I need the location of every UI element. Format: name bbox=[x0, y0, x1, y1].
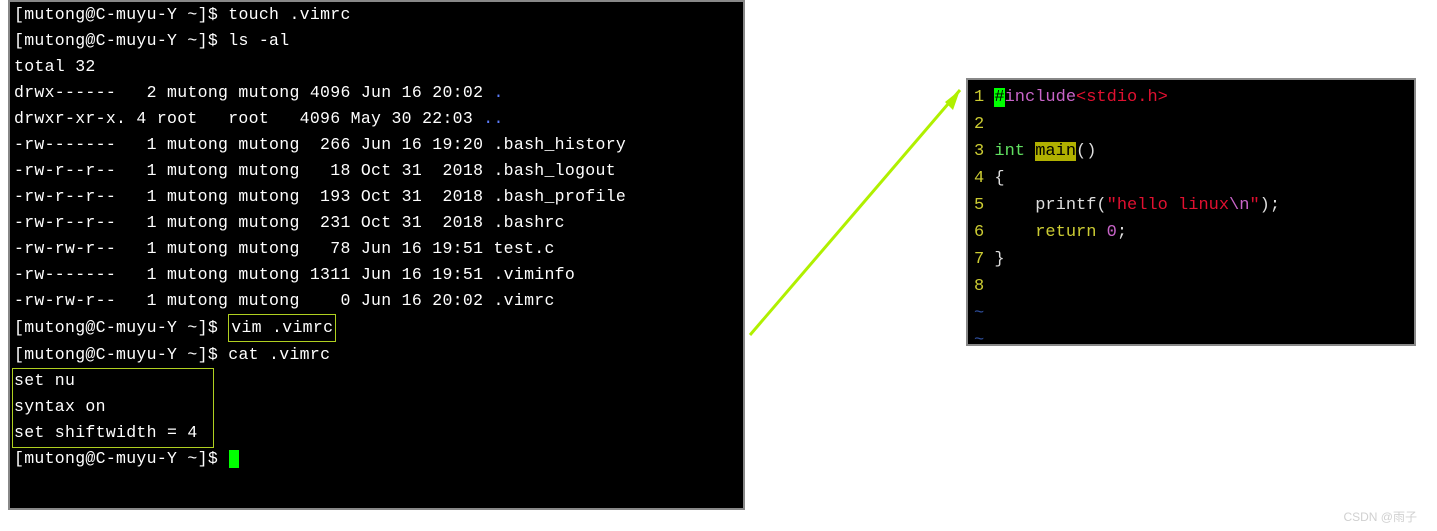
prompt: [mutong@C-muyu-Y ~]$ bbox=[14, 5, 218, 24]
command-text: ls -al bbox=[218, 31, 289, 50]
vim-editor[interactable]: 1 #include<stdio.h>2 3 int main()4 {5 pr… bbox=[966, 78, 1416, 346]
highlighted-cmd-vim: vim .vimrc bbox=[228, 314, 336, 342]
vim-line: 7 } bbox=[974, 246, 1408, 273]
vim-code-area: 1 #include<stdio.h>2 3 int main()4 {5 pr… bbox=[974, 84, 1408, 300]
vim-line: 4 { bbox=[974, 165, 1408, 192]
vim-tilde-line: ~ bbox=[974, 300, 1408, 327]
vimrc-line: set nu bbox=[14, 368, 739, 394]
vim-tilde-area: ~~ bbox=[974, 300, 1408, 346]
annotation-arrow bbox=[740, 70, 975, 350]
vim-line: 8 bbox=[974, 273, 1408, 300]
terminal-left[interactable]: [mutong@C-muyu-Y ~]$ touch .vimrc [muton… bbox=[8, 0, 745, 510]
final-prompt-line: [mutong@C-muyu-Y ~]$ bbox=[14, 446, 739, 472]
vimrc-line: set shiftwidth = 4 bbox=[14, 420, 739, 446]
file-row: -rw-rw-r-- 1 mutong mutong 78 Jun 16 19:… bbox=[14, 236, 739, 262]
vim-line: 3 int main() bbox=[974, 138, 1408, 165]
file-row: -rw-rw-r-- 1 mutong mutong 0 Jun 16 20:0… bbox=[14, 288, 739, 314]
file-row: -rw------- 1 mutong mutong 1311 Jun 16 1… bbox=[14, 262, 739, 288]
watermark-text: CSDN @雨子 bbox=[1343, 508, 1417, 525]
file-listing: drwx------ 2 mutong mutong 4096 Jun 16 2… bbox=[14, 80, 739, 314]
file-row: -rw------- 1 mutong mutong 266 Jun 16 19… bbox=[14, 132, 739, 158]
command-text: cat .vimrc bbox=[218, 345, 330, 364]
vim-line: 2 bbox=[974, 111, 1408, 138]
cmd-line-vim: [mutong@C-muyu-Y ~]$ vim .vimrc bbox=[14, 314, 739, 342]
vim-tilde-line: ~ bbox=[974, 327, 1408, 346]
vimrc-output-block: set nu syntax on set shiftwidth = 4 bbox=[14, 368, 739, 446]
prompt: [mutong@C-muyu-Y ~]$ bbox=[14, 449, 228, 468]
prompt: [mutong@C-muyu-Y ~]$ bbox=[14, 318, 218, 337]
prompt: [mutong@C-muyu-Y ~]$ bbox=[14, 345, 218, 364]
vimrc-line: syntax on bbox=[14, 394, 739, 420]
cmd-line-cat: [mutong@C-muyu-Y ~]$ cat .vimrc bbox=[14, 342, 739, 368]
prompt: [mutong@C-muyu-Y ~]$ bbox=[14, 31, 218, 50]
cursor-icon bbox=[229, 450, 239, 468]
file-row: -rw-r--r-- 1 mutong mutong 193 Oct 31 20… bbox=[14, 184, 739, 210]
cmd-line-touch: [mutong@C-muyu-Y ~]$ touch .vimrc bbox=[14, 2, 739, 28]
vim-line: 1 #include<stdio.h> bbox=[974, 84, 1408, 111]
total-line: total 32 bbox=[14, 54, 739, 80]
vim-line: 5 printf("hello linux\n"); bbox=[974, 192, 1408, 219]
file-row: drwx------ 2 mutong mutong 4096 Jun 16 2… bbox=[14, 80, 739, 106]
file-row: -rw-r--r-- 1 mutong mutong 18 Oct 31 201… bbox=[14, 158, 739, 184]
command-text: touch .vimrc bbox=[218, 5, 351, 24]
file-row: drwxr-xr-x. 4 root root 4096 May 30 22:0… bbox=[14, 106, 739, 132]
cmd-line-ls: [mutong@C-muyu-Y ~]$ ls -al bbox=[14, 28, 739, 54]
vim-line: 6 return 0; bbox=[974, 219, 1408, 246]
file-row: -rw-r--r-- 1 mutong mutong 231 Oct 31 20… bbox=[14, 210, 739, 236]
